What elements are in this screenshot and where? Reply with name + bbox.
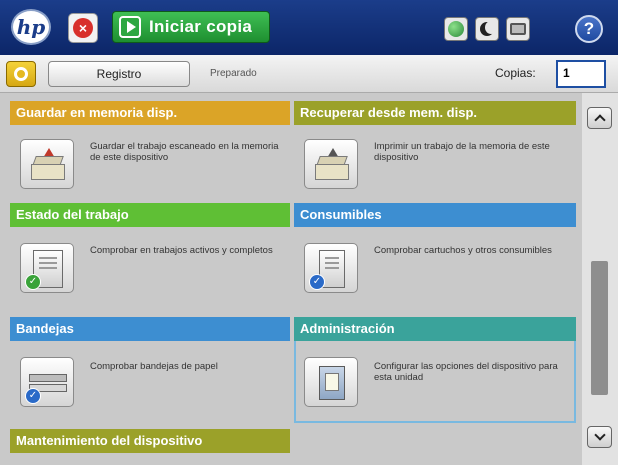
copies-label: Copias: <box>495 66 536 80</box>
card-device-maintenance[interactable]: Mantenimiento del dispositivo <box>10 429 290 465</box>
log-button[interactable]: Registro <box>48 61 190 87</box>
scrollbar[interactable] <box>582 93 618 465</box>
hp-logo: hp <box>11 9 51 45</box>
card-description: Comprobar en trabajos activos y completo… <box>90 245 273 256</box>
start-icon <box>119 16 141 38</box>
card-supplies[interactable]: Consumibles ✓ Comprobar cartuchos y otro… <box>294 203 576 307</box>
check-icon: ✓ <box>25 388 41 404</box>
home-icon <box>14 67 28 81</box>
sleep-moon-icon[interactable] <box>475 17 499 41</box>
card-administration[interactable]: Administración Configurar las opciones d… <box>294 317 576 423</box>
network-status-icon[interactable] <box>506 17 530 41</box>
scan-to-memory-icon <box>20 139 74 189</box>
top-bar: hp × Iniciar copia ? <box>0 0 618 55</box>
card-title: Guardar en memoria disp. <box>10 101 290 125</box>
start-copy-button[interactable]: Iniciar copia <box>112 11 270 43</box>
card-job-status[interactable]: Estado del trabajo ✓ Comprobar en trabaj… <box>10 203 290 307</box>
card-title: Mantenimiento del dispositivo <box>10 429 290 453</box>
card-title: Administración <box>294 317 576 341</box>
network-globe-icon[interactable] <box>444 17 468 41</box>
stop-button[interactable]: × <box>68 13 98 43</box>
card-title: Consumibles <box>294 203 576 227</box>
card-title: Bandejas <box>10 317 290 341</box>
card-description: Comprobar bandejas de papel <box>90 361 218 372</box>
trays-icon: ✓ <box>20 357 74 407</box>
scroll-up-button[interactable] <box>587 107 612 129</box>
administration-icon <box>304 357 358 407</box>
job-status-icon: ✓ <box>20 243 74 293</box>
scroll-down-icon <box>593 429 606 441</box>
card-title: Estado del trabajo <box>10 203 290 227</box>
card-save-to-memory[interactable]: Guardar en memoria disp. Guardar el trab… <box>10 101 290 197</box>
card-title: Recuperar desde mem. disp. <box>294 101 576 125</box>
status-text: Preparado <box>210 68 257 79</box>
retrieve-from-memory-icon <box>304 139 358 189</box>
card-description: Guardar el trabajo escaneado en la memor… <box>90 141 279 163</box>
card-description: Imprimir un trabajo de la memoria de est… <box>374 141 550 163</box>
status-bar: Registro Preparado Copias: 1 <box>0 55 618 93</box>
card-trays[interactable]: Bandejas ✓ Comprobar bandejas de papel <box>10 317 290 421</box>
scroll-up-icon <box>593 114 606 126</box>
stop-x-icon: × <box>73 18 93 38</box>
card-description: Configurar las opciones del dispositivo … <box>374 361 558 383</box>
help-button[interactable]: ? <box>575 15 603 43</box>
start-copy-label: Iniciar copia <box>149 17 253 36</box>
main-panel: Guardar en memoria disp. Guardar el trab… <box>0 93 582 465</box>
check-icon: ✓ <box>309 274 325 290</box>
copies-input[interactable]: 1 <box>556 60 606 88</box>
card-retrieve-from-memory[interactable]: Recuperar desde mem. disp. Imprimir un t… <box>294 101 576 197</box>
scroll-down-button[interactable] <box>587 426 612 448</box>
scroll-thumb[interactable] <box>591 261 608 395</box>
supplies-icon: ✓ <box>304 243 358 293</box>
check-icon: ✓ <box>25 274 41 290</box>
card-description: Comprobar cartuchos y otros consumibles <box>374 245 552 256</box>
home-button[interactable] <box>6 61 36 87</box>
